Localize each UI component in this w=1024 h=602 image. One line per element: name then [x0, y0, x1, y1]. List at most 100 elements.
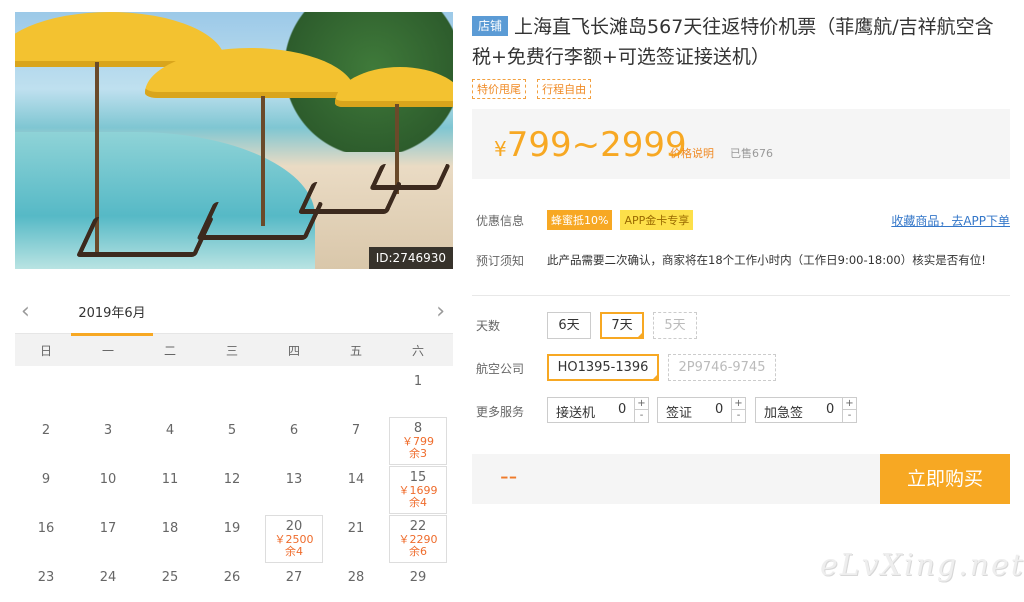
calendar-day: 9 [17, 466, 75, 514]
discount-badge: 蜂蜜抵10% [547, 210, 613, 230]
calendar-day-remaining: 余4 [409, 496, 427, 509]
calendar-day: 10 [79, 466, 137, 514]
product-tag: 特价甩尾 [472, 79, 526, 99]
calendar-day: 25 [141, 564, 199, 602]
weekday: 日 [39, 343, 52, 358]
service-stepper-express-visa[interactable]: 加急签 0 + - [755, 397, 857, 423]
calendar-day-number: 11 [161, 472, 179, 487]
service-qty[interactable]: 0 [618, 402, 626, 417]
total-price: -- [500, 462, 518, 490]
calendar-day-number: 29 [409, 570, 427, 585]
calendar-day[interactable]: 15 ￥1699 余4 [389, 466, 447, 514]
minus-icon[interactable]: - [843, 410, 856, 422]
date-calendar: ‹ 2019年6月 › 日 一 二 三 四 五 六 1 2 3 4 5 6 7 8 ￥799 余3… [15, 296, 453, 602]
calendar-day: 27 [265, 564, 323, 602]
photo-id-badge: ID:2746930 [368, 247, 453, 269]
plus-icon[interactable]: + [635, 398, 648, 410]
calendar-day-number: 1 [413, 374, 423, 389]
weekday: 四 [287, 343, 300, 358]
calendar-day-number: 14 [347, 472, 365, 487]
service-stepper-pickup[interactable]: 接送机 0 + - [547, 397, 649, 423]
plus-icon[interactable]: + [843, 398, 856, 410]
calendar-day: 17 [79, 515, 137, 563]
price-currency: ¥ [494, 137, 507, 161]
notice-row: 预订须知 此产品需要二次确认，商家将在18个工作小时内（工作日9:00-18:0… [472, 252, 1010, 272]
calendar-day-number: 5 [227, 423, 237, 438]
calendar-day: 14 [327, 466, 385, 514]
calendar-day: 7 [327, 417, 385, 465]
calendar-day-remaining: 余3 [409, 447, 427, 460]
sold-count: 已售676 [730, 147, 773, 160]
calendar-day-number: 6 [289, 423, 299, 438]
calendar-grid: 1 2 3 4 5 6 7 8 ￥799 余3 9 10 11 12 13 14 15 ￥1699 余4 16 17 18… [15, 366, 453, 602]
calendar-day-remaining: 余4 [285, 545, 303, 558]
calendar-day-number: 18 [161, 521, 179, 536]
service-stepper-visa[interactable]: 签证 0 + - [657, 397, 746, 423]
minus-icon[interactable]: - [635, 410, 648, 422]
calendar-day: 12 [203, 466, 261, 514]
days-option-7[interactable]: 7天 [600, 312, 644, 339]
days-option-6[interactable]: 6天 [547, 312, 591, 339]
calendar-day-number: 3 [103, 423, 113, 438]
minus-icon[interactable]: - [732, 410, 745, 422]
calendar-day-number: 2 [41, 423, 51, 438]
shop-badge: 店铺 [472, 16, 509, 36]
stepper-controls: + - [842, 398, 856, 422]
days-label: 天数 [476, 319, 501, 333]
services-label: 更多服务 [476, 405, 525, 419]
calendar-day: 11 [141, 466, 199, 514]
airline-option-ho[interactable]: HO1395-1396 [547, 354, 659, 381]
service-name: 接送机 [556, 406, 596, 421]
calendar-day: 16 [17, 515, 75, 563]
calendar-day-number: 7 [351, 423, 361, 438]
calendar-day-number: 10 [99, 472, 117, 487]
divider [472, 295, 1010, 296]
calendar-day-number: 15 [409, 470, 427, 485]
calendar-day[interactable]: 8 ￥799 余3 [389, 417, 447, 465]
chevron-right-icon[interactable]: › [436, 301, 445, 323]
calendar-day[interactable]: 20 ￥2500 余4 [265, 515, 323, 563]
service-qty[interactable]: 0 [826, 402, 834, 417]
calendar-day-number: 25 [161, 570, 179, 585]
calendar-day: 4 [141, 417, 199, 465]
calendar-day-number: 16 [37, 521, 55, 536]
calendar-day: 19 [203, 515, 261, 563]
price-value: 799~2999 [506, 125, 687, 165]
stepper-controls: + - [634, 398, 648, 422]
calendar-day: 13 [265, 466, 323, 514]
calendar-day: 6 [265, 417, 323, 465]
stepper-controls: + - [731, 398, 745, 422]
days-option-5[interactable]: 5天 [653, 312, 697, 339]
discount-label: 优惠信息 [476, 214, 525, 228]
calendar-header: ‹ 2019年6月 › [15, 296, 453, 336]
calendar-day-remaining: 余6 [409, 545, 427, 558]
airline-option-2p[interactable]: 2P9746-9745 [668, 354, 776, 381]
calendar-day: 21 [327, 515, 385, 563]
weekday: 二 [163, 343, 176, 358]
calendar-day: 23 [17, 564, 75, 602]
calendar-day-number: 22 [409, 519, 427, 534]
calendar-weekdays: 日 一 二 三 四 五 六 [15, 334, 453, 366]
favorite-link[interactable]: 收藏商品，去APP下单 [891, 212, 1010, 229]
product-tags: 特价甩尾 行程自由 [472, 78, 1010, 99]
service-qty[interactable]: 0 [715, 402, 723, 417]
calendar-day-number: 19 [223, 521, 241, 536]
sun-lounger [75, 217, 215, 257]
weekday: 一 [101, 343, 114, 358]
calendar-day: 26 [203, 564, 261, 602]
price-explanation-link[interactable]: 价格说明 [670, 145, 714, 161]
calendar-month-tab[interactable]: 2019年6月 [71, 302, 153, 336]
price-range: ¥799~2999 [494, 125, 687, 165]
plus-icon[interactable]: + [732, 398, 745, 410]
buy-now-button[interactable]: 立即购买 [880, 454, 1010, 504]
service-name: 签证 [666, 406, 693, 421]
weekday: 五 [349, 343, 362, 358]
chevron-left-icon[interactable]: ‹ [21, 301, 30, 323]
calendar-day[interactable]: 22 ￥2290 余6 [389, 515, 447, 563]
discount-badge: APP金卡专享 [620, 210, 694, 230]
calendar-day-number: 27 [285, 570, 303, 585]
calendar-day-number: 9 [41, 472, 51, 487]
calendar-day-number: 13 [285, 472, 303, 487]
calendar-day-number: 26 [223, 570, 241, 585]
service-name: 加急签 [764, 406, 804, 421]
